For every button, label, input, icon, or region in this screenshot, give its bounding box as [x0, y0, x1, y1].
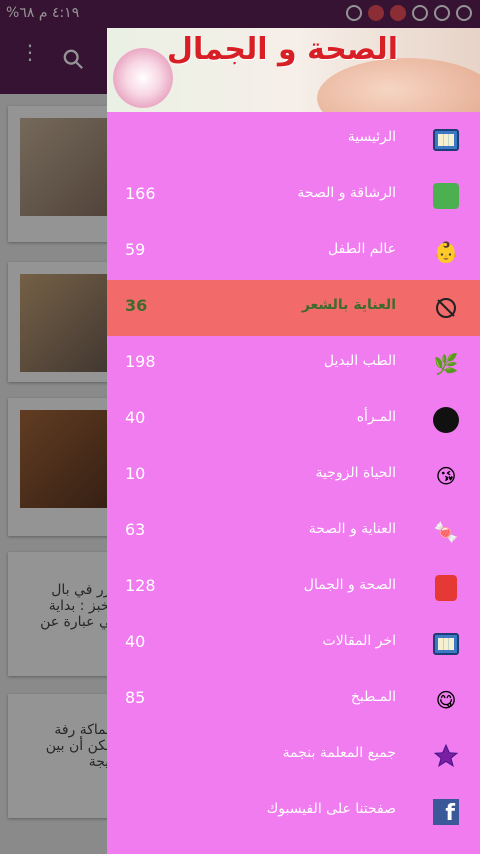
- menu-item-alternative-medicine[interactable]: 🌿 الطب البديل 198: [107, 336, 480, 392]
- menu-item-label: المـطبخ: [350, 689, 396, 705]
- menu-item-married-life[interactable]: 😘 الحياة الزوجية 10: [107, 448, 480, 504]
- menu-item-kitchen[interactable]: 😋 المـطبخ 85: [107, 672, 480, 728]
- drawer-menu: الرئيسية الرشاقة و الصحة 166 👶 عالم الطف…: [107, 112, 480, 840]
- menu-item-child-world[interactable]: 👶 عالم الطفل 59: [107, 224, 480, 280]
- drawer-header-banner: الصحة و الجمال: [107, 28, 480, 112]
- couple-icon: 😘: [435, 464, 457, 488]
- tv-icon: [432, 630, 460, 658]
- beauty-icon: [432, 574, 460, 602]
- menu-item-count: 36: [125, 296, 148, 315]
- menu-item-starred[interactable]: جميع المعلمة بنجمة: [107, 728, 480, 784]
- navigation-drawer: الصحة و الجمال الرئيسية الرشاقة و الصحة …: [107, 28, 480, 854]
- menu-item-count: 59: [125, 240, 146, 259]
- baby-icon: 👶: [433, 240, 459, 264]
- menu-item-label: الحياة الزوجية: [315, 465, 397, 481]
- flower-image: [113, 48, 173, 108]
- menu-item-health-beauty[interactable]: الصحة و الجمال 128: [107, 560, 480, 616]
- food-icon: 😋: [435, 688, 457, 712]
- menu-item-label: عالم الطفل: [328, 241, 396, 257]
- menu-item-home[interactable]: الرئيسية: [107, 112, 480, 168]
- menu-item-label: العناية بالشعر: [301, 297, 396, 313]
- herbal-icon: 🌿: [433, 352, 459, 376]
- menu-item-hair-care[interactable]: العناية بالشعر 36: [107, 280, 480, 336]
- menu-item-label: جميع المعلمة بنجمة: [282, 745, 396, 761]
- menu-item-count: 85: [125, 688, 146, 707]
- menu-item-fitness[interactable]: الرشاقة و الصحة 166: [107, 168, 480, 224]
- menu-item-facebook[interactable]: f صفحتنا على الفيسبوك: [107, 784, 480, 840]
- menu-item-label: الصحة و الجمال: [303, 577, 396, 593]
- woman-icon: [432, 406, 460, 434]
- weight-scale-icon: [432, 182, 460, 210]
- candy-icon: 🍬: [433, 520, 459, 544]
- menu-item-label: العناية و الصحة: [308, 521, 396, 537]
- menu-item-latest-articles[interactable]: اخر المقالات 40: [107, 616, 480, 672]
- menu-item-label: الطب البديل: [323, 353, 396, 369]
- facebook-icon: f: [432, 798, 460, 826]
- hair-icon: [432, 294, 460, 322]
- banner-title: الصحة و الجمال: [167, 32, 399, 67]
- menu-item-label: الرئيسية: [347, 129, 396, 145]
- menu-item-count: 166: [125, 184, 156, 203]
- menu-item-count: 40: [125, 408, 146, 427]
- menu-item-count: 63: [125, 520, 146, 539]
- menu-item-label: صفحتنا على الفيسبوك: [266, 801, 396, 817]
- menu-item-count: 198: [125, 352, 156, 371]
- menu-item-count: 128: [125, 576, 156, 595]
- menu-item-count: 40: [125, 632, 146, 651]
- menu-item-label: اخر المقالات: [322, 633, 396, 649]
- menu-item-label: الرشاقة و الصحة: [297, 185, 396, 201]
- menu-item-woman[interactable]: المـرأه 40: [107, 392, 480, 448]
- menu-item-count: 10: [125, 464, 146, 483]
- star-icon: [432, 742, 460, 770]
- menu-item-care-health[interactable]: 🍬 العناية و الصحة 63: [107, 504, 480, 560]
- menu-item-label: المـرأه: [356, 409, 396, 425]
- tv-icon: [432, 126, 460, 154]
